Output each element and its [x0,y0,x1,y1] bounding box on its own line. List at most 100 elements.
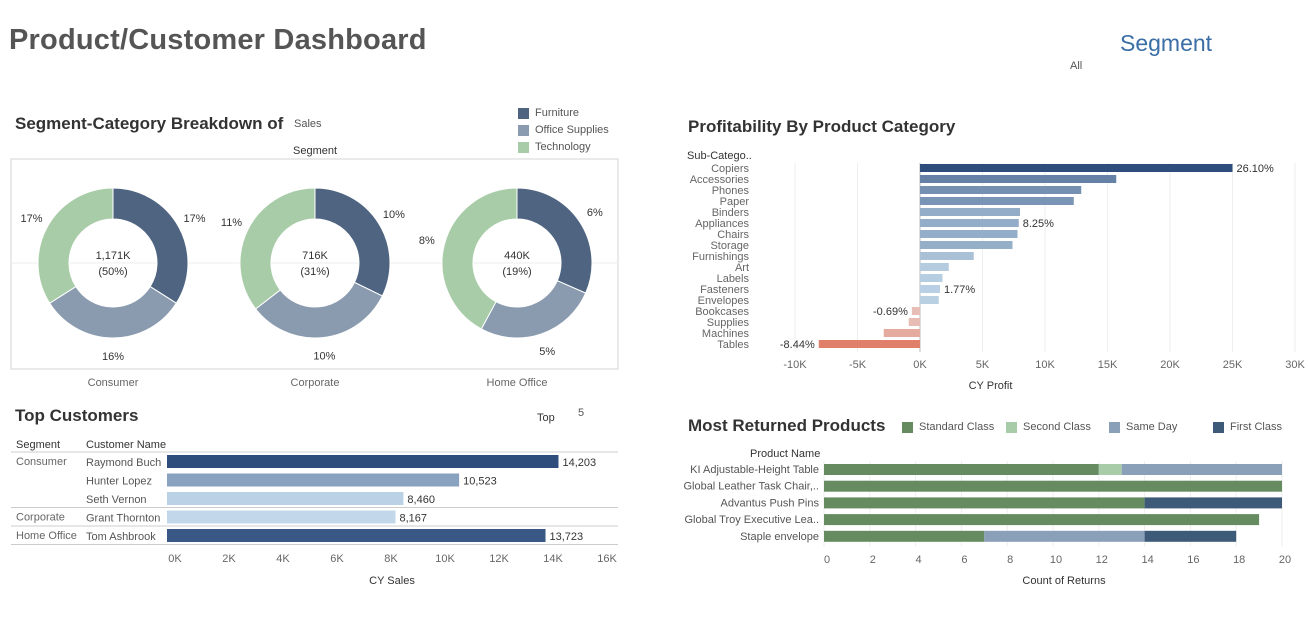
customers-x-tick: 2K [222,553,236,565]
customers-panel-title: Top Customers [15,406,139,425]
profit-bar [908,318,920,326]
customers-x-tick: 8K [384,553,398,565]
profit-bar [920,252,974,260]
returns-panel-title: Most Returned Products [688,416,886,435]
profit-x-tick: 15K [1098,359,1118,371]
donut-slice-label: 17% [183,213,205,225]
donut-panel-title: Segment-Category Breakdown of [15,114,284,133]
legend-swatch [518,141,529,153]
dashboard-title: Product/Customer Dashboard [9,24,427,56]
legend-swatch [1109,421,1120,433]
returns-x-title: Count of Returns [1022,575,1106,587]
profit-x-tick: 0K [913,359,927,371]
legend-swatch [1006,421,1017,433]
donut-share-label: (50%) [98,266,127,278]
customers-bar [167,473,460,487]
customers-x-tick: 12K [489,553,509,565]
donut-share-label: (19%) [502,266,531,278]
donut-slice-label: 11% [221,217,242,229]
top-n-label: Top [537,412,555,424]
donut-slice [239,187,316,310]
profit-row-header: Sub-Catego.. [687,150,752,162]
returns-product-label: Staple envelope [740,531,819,543]
profit-x-title: CY Profit [969,380,1013,392]
profit-data-label: -8.44% [780,339,815,351]
customers-name-label: Raymond Buch [86,457,161,469]
customers-x-title: CY Sales [369,575,415,587]
donut-slice-label: 16% [102,351,124,363]
donut-slice-label: 5% [539,346,555,358]
returns-bar-segment [984,530,1145,542]
profit-x-tick: 20K [1160,359,1180,371]
legend-item-furniture[interactable]: Furniture [518,107,609,124]
top-n-value[interactable]: 5 [578,407,584,419]
donut-slice [480,280,587,339]
profit-panel-title: Profitability By Product Category [688,117,956,136]
customers-x-tick: 10K [435,553,455,565]
legend-swatch [518,107,529,119]
returns-bar-segment [824,530,985,542]
customers-bar [167,529,546,542]
returns-bar-segment [824,464,1099,475]
customers-name-label: Hunter Lopez [86,476,152,488]
customers-name-label: Grant Thornton [86,513,160,525]
profit-bar [920,208,1020,216]
donut-slice [112,187,189,304]
customers-name-label: Seth Vernon [86,494,147,506]
donut-total-label: 716K [302,250,328,262]
returns-x-tick: 6 [961,554,967,566]
profit-bar [920,274,943,282]
returns-x-tick: 8 [1007,554,1013,566]
customers-x-tick: 16K [597,553,617,565]
donut-measure-selector[interactable]: Sales [294,118,322,130]
profit-bar [920,175,1117,183]
returns-x-tick: 20 [1279,554,1291,566]
donut-total-label: 440K [504,250,530,262]
customers-data-label: 14,203 [562,457,596,469]
returns-row-header: Product Name [750,448,820,460]
legend-item-standard-class[interactable]: Standard Class [902,421,994,433]
returns-product-label: KI Adjustable-Height Table [690,464,819,476]
legend-label: Standard Class [919,421,995,433]
returns-x-tick: 16 [1187,554,1199,566]
profit-bar [920,230,1018,238]
legend-label: Second Class [1023,421,1091,433]
customers-data-label: 10,523 [463,476,497,488]
donut-segment-label: Corporate [291,377,340,389]
legend-item-first-class[interactable]: First Class [1213,421,1282,433]
returns-chart: Product Name 0 2 4 6 8 10 12 14 16 18 20 Count of Re… [683,448,1291,587]
customers-col-segment: Segment [16,439,60,451]
profit-bar [920,263,949,271]
customers-segment-label: Corporate [16,512,65,524]
legend-item-office-supplies[interactable]: Office Supplies [518,124,609,141]
customers-segment-label: Consumer [16,456,67,468]
segment-filter-value[interactable]: All [1070,60,1082,72]
donut-slice-label: 6% [587,207,603,219]
returns-product-label: Global Leather Task Chair,.. [683,481,819,493]
legend-swatch [902,421,913,433]
segment-filter-label: Segment [1120,30,1213,56]
profit-x-tick: 10K [1035,359,1055,371]
returns-bar-segment [824,497,1145,509]
donut-total-label: 1,171K [96,250,132,262]
legend-item-same-day[interactable]: Same Day [1109,421,1177,433]
profit-bar [920,219,1019,227]
category-legend: Furniture Office Supplies Technology [518,107,609,158]
donut-slice [37,187,114,304]
donut-slice-label: 10% [383,209,405,221]
returns-bar-segment [1144,497,1282,509]
profit-bar [920,197,1074,205]
profit-x-tick: 30K [1285,359,1305,371]
customers-x-tick: 4K [276,553,290,565]
profit-data-label: 8.25% [1023,218,1054,230]
returns-bar-segment [1144,530,1237,542]
returns-x-tick: 2 [870,554,876,566]
returns-product-label: Advantus Push Pins [721,497,820,509]
returns-bar-segment [824,514,1260,526]
customers-bar [167,455,559,468]
returns-x-tick: 0 [824,554,830,566]
legend-item-second-class[interactable]: Second Class [1006,421,1091,433]
profit-x-tick: 5K [976,359,990,371]
customers-x-tick: 14K [543,553,563,565]
profit-bar [920,285,940,293]
